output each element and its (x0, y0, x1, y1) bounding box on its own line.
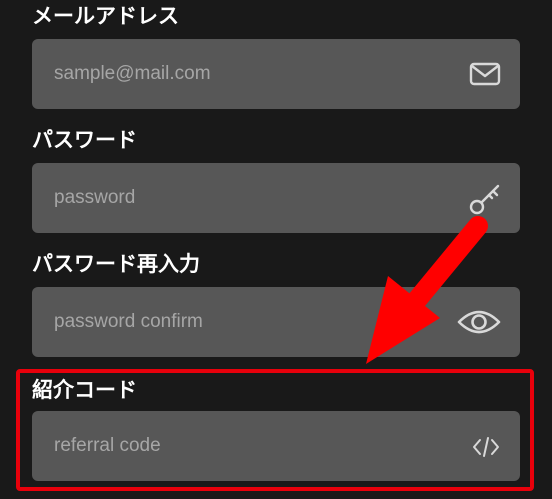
password-label: パスワード (32, 128, 137, 152)
key-icon (469, 184, 500, 215)
email-field-container[interactable] (32, 39, 520, 109)
referral-code-label: 紹介コード (32, 378, 137, 402)
password-field[interactable] (54, 163, 454, 233)
password-confirm-field[interactable] (54, 287, 454, 357)
envelope-icon (469, 62, 501, 86)
referral-code-field[interactable] (54, 411, 454, 481)
password-confirm-label: パスワード再入力 (32, 252, 200, 276)
password-field-container[interactable] (32, 163, 520, 233)
email-label: メールアドレス (32, 4, 179, 28)
password-confirm-field-container[interactable] (32, 287, 520, 357)
email-field[interactable] (54, 39, 454, 109)
eye-icon[interactable] (456, 306, 502, 338)
code-icon (473, 437, 499, 457)
referral-code-field-container[interactable] (32, 411, 520, 481)
